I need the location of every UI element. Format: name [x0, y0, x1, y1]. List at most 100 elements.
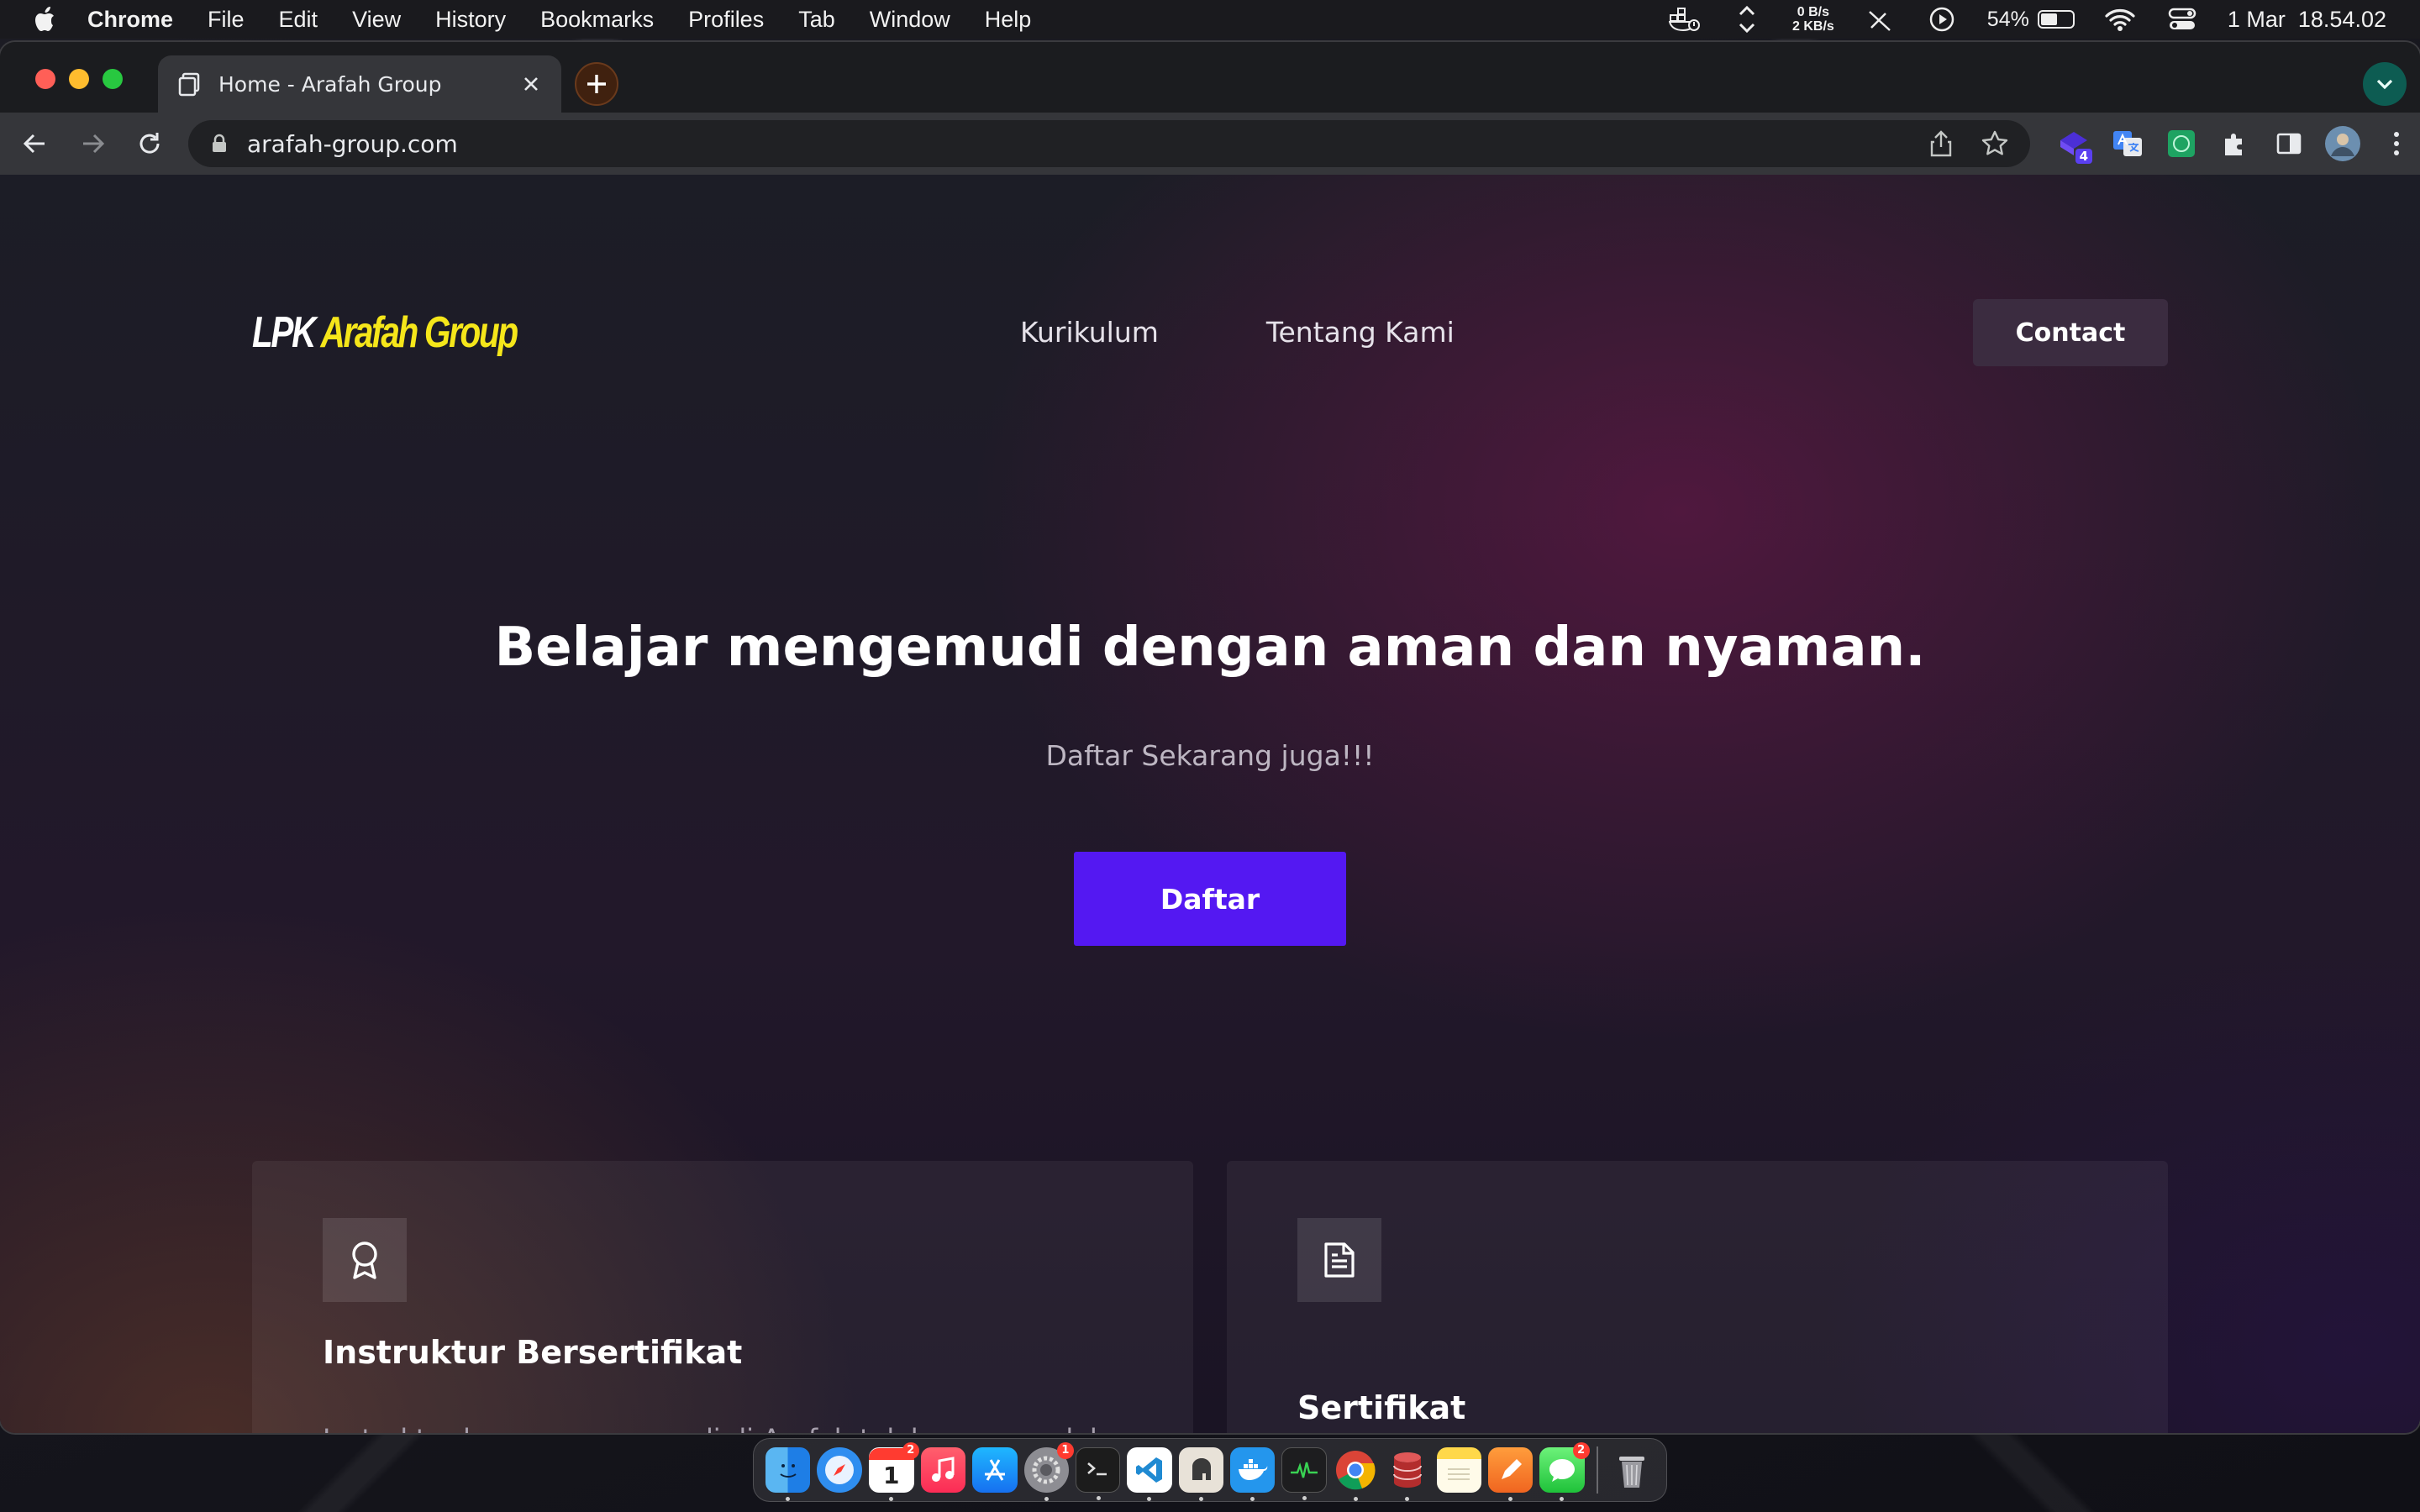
logo-text-lpk: LPK [252, 308, 316, 357]
dock-terminal[interactable] [1075, 1447, 1121, 1500]
address-bar[interactable]: arafah-group.com [188, 120, 2030, 167]
dock: 1 2 1 2 [753, 1438, 1667, 1502]
messages-badge: 2 [1572, 1442, 1590, 1459]
profile-avatar-button[interactable] [2324, 125, 2361, 162]
menu-window[interactable]: Window [870, 7, 950, 33]
dock-finder[interactable] [765, 1447, 811, 1501]
menu-tab[interactable]: Tab [798, 7, 835, 33]
menu-help[interactable]: Help [985, 7, 1032, 33]
feature-icon-box [1297, 1218, 1381, 1302]
dock-chrome[interactable] [1334, 1447, 1378, 1501]
google-translate-icon [2113, 131, 2142, 156]
share-icon[interactable] [1926, 129, 1956, 159]
dock-messages[interactable]: 2 [1539, 1442, 1590, 1501]
back-button[interactable] [13, 122, 57, 165]
reload-button[interactable] [128, 122, 171, 165]
dock-database[interactable] [1385, 1447, 1429, 1501]
dock-music[interactable] [920, 1447, 966, 1493]
menu-app-name[interactable]: Chrome [87, 7, 173, 33]
finder-icon [780, 1464, 797, 1478]
activity-graph-icon [1291, 1462, 1318, 1478]
trash-icon [1619, 1457, 1645, 1488]
bookmark-star-icon[interactable] [1980, 129, 2010, 159]
dock-vscode[interactable] [1127, 1447, 1172, 1501]
network-down-value: 2 KB/s [1792, 19, 1834, 34]
menu-history[interactable]: History [435, 7, 506, 33]
network-speed[interactable]: 0 B/s 2 KB/s [1792, 5, 1834, 34]
dock-separator [1596, 1446, 1598, 1494]
notes-lines-icon [1448, 1468, 1470, 1480]
control-center-icon[interactable] [2165, 3, 2199, 36]
apple-icon[interactable] [29, 3, 62, 36]
network-up-value: 0 B/s [1797, 5, 1830, 19]
dock-app-store[interactable] [972, 1447, 1018, 1493]
clock-date: 1 Mar [2227, 6, 2286, 32]
new-tab-button[interactable] [575, 62, 618, 106]
tab-close-icon[interactable] [519, 72, 543, 96]
site-navbar: LPK Arafah Group Kurikulum Tentang Kami … [252, 299, 2168, 366]
browser-toolbar: arafah-group.com 4 [0, 113, 2420, 175]
database-icon [1392, 1452, 1422, 1488]
document-icon [1324, 1242, 1355, 1278]
dock-system-preferences[interactable]: 1 [1023, 1442, 1074, 1501]
pen-slash-icon[interactable] [1863, 3, 1897, 36]
menu-file[interactable]: File [208, 7, 245, 33]
contact-button[interactable]: Contact [1973, 299, 2168, 366]
logo-text-brand: Arafah Group [320, 308, 519, 357]
wifi-icon[interactable] [2103, 3, 2137, 36]
site-logo[interactable]: LPK Arafah Group [252, 307, 519, 358]
tab-strip: Home - Arafah Group [0, 42, 2420, 113]
menu-profiles[interactable]: Profiles [688, 7, 764, 33]
url-text[interactable]: arafah-group.com [247, 130, 1902, 158]
pen-icon [1501, 1459, 1522, 1479]
docker-whale-icon [1238, 1459, 1267, 1480]
dock-docker[interactable] [1230, 1447, 1276, 1501]
battery-status[interactable]: 54% [1987, 8, 2075, 32]
docker-status-icon[interactable] [1668, 3, 1702, 36]
dock-activity-monitor[interactable] [1281, 1447, 1327, 1500]
dock-trash[interactable] [1610, 1447, 1655, 1493]
up-down-arrows-icon[interactable] [1730, 3, 1764, 36]
vscode-icon [1135, 1457, 1162, 1483]
extension-purple-button[interactable]: 4 [2055, 125, 2092, 164]
window-minimize-button[interactable] [69, 69, 89, 89]
dock-sequel-ace[interactable] [1178, 1447, 1224, 1501]
tab-home[interactable]: Home - Arafah Group [158, 55, 561, 113]
lock-icon[interactable] [208, 133, 230, 155]
terminal-icon [1086, 1462, 1107, 1476]
nav-link-kurikulum[interactable]: Kurikulum [1020, 316, 1159, 349]
menu-edit[interactable]: Edit [279, 7, 318, 33]
menu-view[interactable]: View [352, 7, 401, 33]
extension-green-icon [2168, 130, 2195, 157]
forward-button[interactable] [71, 122, 114, 165]
extension-green-button[interactable] [2163, 125, 2200, 162]
side-panel-button[interactable] [2270, 125, 2307, 162]
arrow-right-icon [83, 134, 105, 154]
dock-sketch-app[interactable] [1487, 1447, 1534, 1501]
battery-percent: 54% [1986, 7, 2029, 31]
elephant-icon [1192, 1458, 1212, 1480]
nav-link-tentang-kami[interactable]: Tentang Kami [1266, 316, 1455, 349]
tab-search-button[interactable] [2363, 62, 2407, 106]
daftar-button[interactable]: Daftar [1074, 852, 1346, 946]
speech-bubble-icon [1549, 1459, 1575, 1482]
window-zoom-button[interactable] [103, 69, 123, 89]
chrome-menu-button[interactable] [2378, 125, 2415, 162]
menu-bookmarks[interactable]: Bookmarks [540, 7, 654, 33]
music-note-icon [932, 1457, 955, 1482]
dock-calendar[interactable]: 1 2 [868, 1442, 919, 1501]
chrome-icon [1336, 1451, 1376, 1490]
nav-links: Kurikulum Tentang Kami [1020, 316, 1455, 349]
browser-window: Home - Arafah Group arafah-group.com 4 L… [0, 42, 2420, 1433]
arrow-left-icon [23, 134, 45, 154]
dock-safari[interactable] [817, 1447, 862, 1493]
extensions-menu-button[interactable] [2217, 125, 2254, 162]
extension-translate-button[interactable] [2109, 125, 2146, 162]
award-icon [352, 1242, 377, 1279]
window-close-button[interactable] [35, 69, 55, 89]
play-circle-icon[interactable] [1925, 3, 1959, 36]
menu-clock[interactable]: 1 Mar 18.54.02 [2228, 7, 2386, 33]
menu-bar: Chrome File Edit View History Bookmarks … [0, 0, 2420, 39]
dock-notes[interactable] [1436, 1447, 1481, 1493]
feature-card-certificate: Sertifikat [1227, 1161, 2168, 1433]
